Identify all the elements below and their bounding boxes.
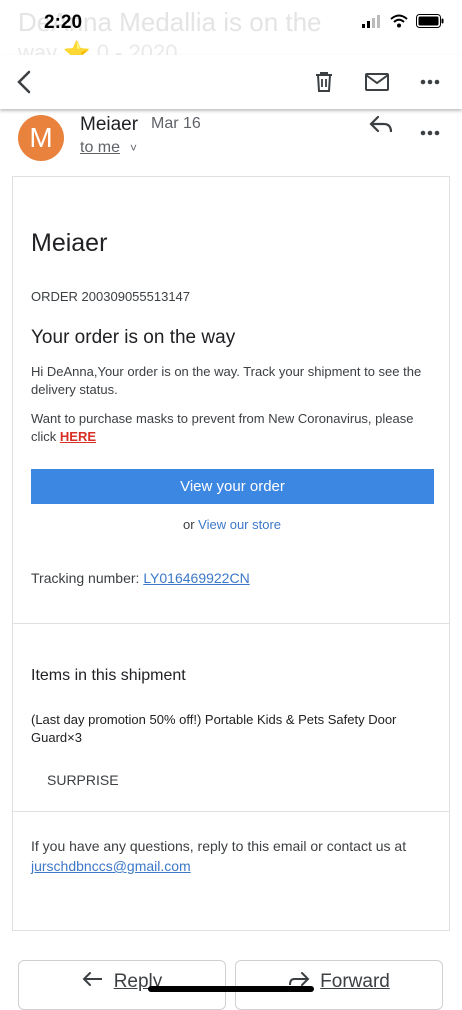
reply-button[interactable]: Reply <box>18 960 226 1010</box>
sender-name: Meiaer <box>80 114 139 135</box>
contact-email-link[interactable]: jurschdbnccs@gmail.com <box>31 858 191 874</box>
status-time: 2:20 <box>44 12 83 33</box>
tracking-number-link[interactable]: LY016469922CN <box>143 570 249 586</box>
item-name: (Last day promotion 50% off!) Portable K… <box>31 712 397 745</box>
sender-date: Mar 16 <box>151 115 201 132</box>
reply-arrow-icon <box>82 972 102 986</box>
signal-icon <box>362 15 380 28</box>
avatar: M <box>18 115 64 161</box>
reply-icon[interactable] <box>368 114 398 140</box>
footer-message: If you have any questions, reply to this… <box>31 838 407 854</box>
store-line: or View our store <box>13 517 451 532</box>
more-icon[interactable] <box>415 67 445 97</box>
mail-icon[interactable] <box>362 67 392 97</box>
home-indicator <box>148 986 314 992</box>
more-vert-icon[interactable] <box>420 123 440 141</box>
back-arrow-icon[interactable] <box>10 67 40 97</box>
or-text: or <box>182 517 199 532</box>
email-toolbar <box>0 55 462 109</box>
divider <box>13 811 449 812</box>
here-link[interactable]: HERE <box>60 429 96 444</box>
forward-button[interactable]: Forward <box>235 960 443 1010</box>
brand-name: Meiaer <box>31 229 108 257</box>
divider <box>13 623 449 624</box>
order-number: ORDER 200309055513147 <box>31 289 191 304</box>
recipient-toggle[interactable]: to me <box>80 139 120 157</box>
tracking-label: Tracking number: <box>31 570 144 586</box>
status-icons <box>362 14 444 28</box>
item-variant: SURPRISE <box>47 772 119 788</box>
status-bar: DeAnna Medallia is on the way ⭐ 0 - 2020… <box>0 0 462 65</box>
email-body: Meiaer ORDER 200309055513147 Your order … <box>12 176 450 931</box>
forward-label: Forward <box>320 971 390 992</box>
chevron-down-icon[interactable]: ˅ <box>130 141 137 155</box>
sender-header: M Meiaer Mar 16 to me ˅ <box>0 112 462 172</box>
wifi-icon <box>390 14 408 28</box>
view-order-button[interactable]: View your order <box>31 469 434 504</box>
tracking-line: Tracking number: LY016469922CN <box>31 570 250 586</box>
footer-text: If you have any questions, reply to this… <box>31 836 435 876</box>
order-heading: Your order is on the way <box>31 327 236 348</box>
view-store-link[interactable]: View our store <box>198 517 281 532</box>
items-heading: Items in this shipment <box>31 667 186 684</box>
mask-paragraph: Want to purchase masks to prevent from N… <box>31 410 435 446</box>
battery-icon <box>416 14 444 28</box>
trash-icon[interactable] <box>309 67 339 97</box>
greeting-text: Hi DeAnna,Your order is on the way. Trac… <box>31 364 422 397</box>
